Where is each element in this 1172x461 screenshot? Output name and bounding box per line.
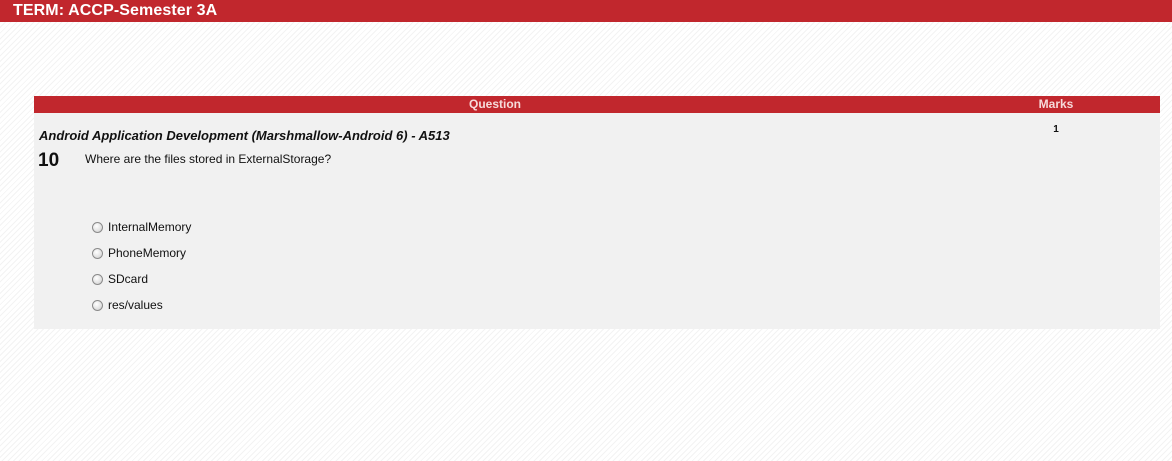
answer-option-phonememory[interactable]: PhoneMemory <box>92 245 186 261</box>
radio-unchecked-icon[interactable] <box>92 273 103 285</box>
term-header-bar: TERM: ACCP-Semester 3A <box>0 0 1172 22</box>
radio-unchecked-icon[interactable] <box>92 221 103 233</box>
answer-option-res-values[interactable]: res/values <box>92 297 163 313</box>
answer-option-label[interactable]: res/values <box>108 298 163 312</box>
question-number: 10 <box>38 150 60 171</box>
term-title: TERM: ACCP-Semester 3A <box>13 2 218 19</box>
question-table: Question Marks Android Application Devel… <box>34 96 1160 329</box>
table-header: Question Marks <box>34 96 1160 113</box>
answer-option-internalmemory[interactable]: InternalMemory <box>92 219 191 235</box>
question-text: Where are the files stored in ExternalSt… <box>85 152 332 166</box>
radio-unchecked-icon[interactable] <box>92 299 103 311</box>
answer-option-label[interactable]: PhoneMemory <box>108 246 186 260</box>
answer-option-sdcard[interactable]: SDcard <box>92 271 148 287</box>
course-title: Android Application Development (Marshma… <box>39 128 450 143</box>
answer-option-label[interactable]: SDcard <box>108 272 148 286</box>
column-header-question: Question <box>468 97 521 111</box>
answer-option-label[interactable]: InternalMemory <box>108 220 191 234</box>
marks-value: 1 <box>1053 124 1059 135</box>
radio-unchecked-icon[interactable] <box>92 247 103 259</box>
column-header-marks: Marks <box>1038 97 1074 111</box>
